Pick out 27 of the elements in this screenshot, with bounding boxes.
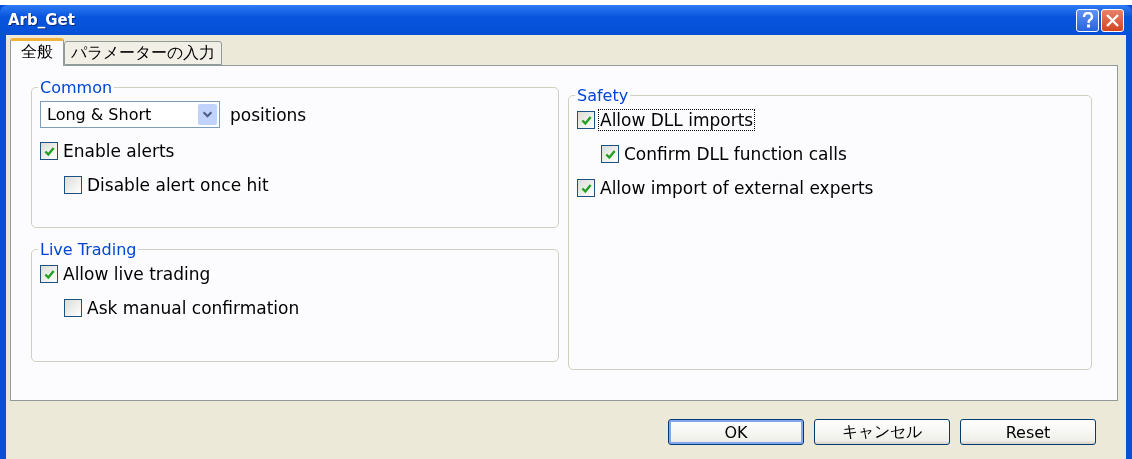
- checkbox[interactable]: Confirm DLL function calls: [601, 143, 849, 165]
- close-button[interactable]: [1101, 8, 1124, 32]
- tab[interactable]: パラメーターの入力: [64, 41, 222, 65]
- checkmark-icon: [603, 147, 617, 161]
- group-title: Safety: [576, 86, 630, 105]
- chevron-icon: [198, 104, 217, 125]
- tab[interactable]: 全般: [10, 38, 64, 66]
- checkbox[interactable]: Disable alert once hit: [64, 174, 271, 196]
- close-icon: [1106, 13, 1119, 27]
- checkbox[interactable]: Allow import of external experts: [577, 177, 876, 199]
- checkbox[interactable]: Enable alerts: [40, 140, 177, 162]
- dialog-button[interactable]: Reset: [960, 419, 1096, 445]
- checkmark-icon: [579, 181, 593, 195]
- dialog-button[interactable]: OK: [668, 419, 804, 445]
- checkmark-icon: [579, 113, 593, 127]
- dropdown-label: positions: [230, 104, 307, 125]
- help-button[interactable]: [1076, 8, 1099, 32]
- checkbox[interactable]: Ask manual confirmation: [64, 297, 302, 319]
- checkmark-icon: [42, 267, 56, 281]
- window-title: Arb_Get: [8, 11, 75, 29]
- checkmark-icon: [42, 144, 56, 158]
- checkbox[interactable]: Allow live trading: [40, 263, 213, 285]
- group-title: Live Trading: [39, 240, 138, 259]
- dropdown[interactable]: Long & Short: [40, 101, 220, 128]
- help-icon: [1081, 12, 1094, 28]
- dialog-button[interactable]: キャンセル: [814, 419, 950, 445]
- group-title: Common: [39, 78, 114, 97]
